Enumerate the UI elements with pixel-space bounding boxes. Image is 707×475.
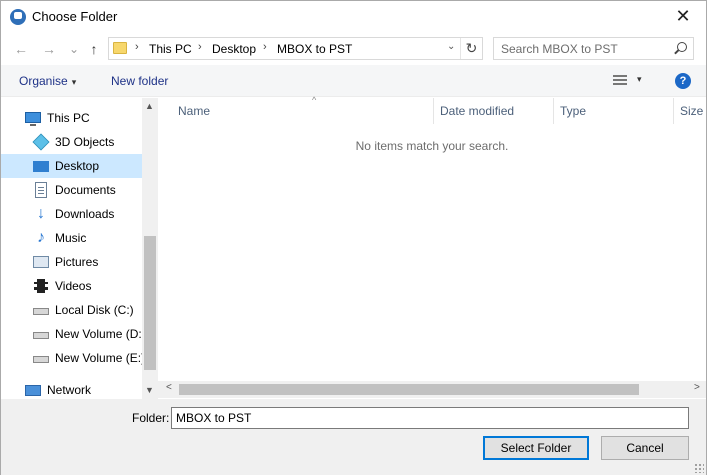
column-header-type[interactable]: Type [554,98,674,124]
up-button[interactable]: ↑ [84,40,104,58]
breadcrumb-mbox-to-pst[interactable]: MBOX to PST [277,42,352,56]
help-icon[interactable]: ? [675,73,691,89]
drive-icon [33,332,49,339]
column-header-row: Name ^ Date modified Type Size [158,95,706,124]
select-folder-button[interactable]: Select Folder [483,436,589,460]
column-header-date-modified[interactable]: Date modified [434,98,554,124]
scroll-up-icon[interactable]: ▲ [145,101,154,111]
pictures-icon [33,256,49,268]
address-bar[interactable]: › This PC › Desktop › MBOX to PST ⌄ ↻ [108,37,483,60]
search-icon[interactable] [677,42,687,52]
sidebar-item-3d-objects[interactable]: 3D Objects [1,130,142,154]
scrollbar-thumb[interactable] [179,384,639,395]
sort-ascending-icon: ^ [312,95,317,105]
back-button[interactable]: ← [11,40,31,58]
drive-icon [33,356,49,363]
new-folder-button[interactable]: New folder [111,74,168,88]
sidebar-item-label: Local Disk (C:) [55,303,134,317]
app-icon [10,9,26,25]
music-note-icon: ♪ [37,229,45,246]
sidebar-item-label: New Volume (D: [55,327,142,341]
address-dropdown-icon[interactable]: ⌄ [447,41,455,52]
breadcrumb-separator-icon: › [198,41,202,53]
sidebar-item-label: Documents [55,183,116,197]
network-icon [25,385,41,396]
sidebar-item-documents[interactable]: Documents [1,178,142,202]
navigation-pane: This PC 3D Objects Desktop Documents ↓ D… [1,98,158,399]
organise-menu[interactable]: Organise ▾ [19,74,76,88]
dialog-footer: Folder: Select Folder Cancel [1,399,706,475]
sidebar-item-label: 3D Objects [55,135,115,149]
recent-locations-button[interactable]: ⌄ [64,40,84,58]
sidebar-item-pictures[interactable]: Pictures [1,250,142,274]
documents-icon [35,182,47,198]
sidebar-item-local-disk-c[interactable]: Local Disk (C:) [1,298,142,322]
computer-icon [25,112,41,126]
sidebar-item-label: Music [55,231,87,245]
choose-folder-dialog: Choose Folder ✕ ← → ⌄ ↑ › This PC › Desk… [0,0,707,475]
organise-label: Organise [19,74,68,88]
close-button[interactable]: ✕ [660,1,706,32]
refresh-button[interactable]: ↻ [460,38,482,59]
sidebar-item-label: Downloads [55,207,115,221]
sidebar-item-label: Pictures [55,255,99,269]
folder-label: Folder: [132,411,170,425]
film-icon [34,279,48,293]
drive-icon [33,308,49,315]
sidebar-item-desktop[interactable]: Desktop [1,154,142,178]
cancel-button[interactable]: Cancel [601,436,689,460]
breadcrumb-desktop[interactable]: Desktop [212,42,256,56]
folder-name-input[interactable] [171,407,689,429]
sidebar-item-music[interactable]: ♪ Music [1,226,142,250]
breadcrumb-this-pc[interactable]: This PC [149,42,192,56]
sidebar-item-this-pc[interactable]: This PC [1,106,142,130]
forward-button[interactable]: → [39,40,59,58]
empty-message: No items match your search. [355,139,509,153]
sidebar-item-label: Network [47,383,92,397]
sidebar-item-label: Desktop [55,159,100,173]
address-row: ← → ⌄ ↑ › This PC › Desktop › MBOX to PS… [1,32,706,65]
view-options-icon[interactable] [613,75,627,86]
chevron-down-icon: ▾ [71,77,77,87]
breadcrumb-separator-icon: › [263,41,267,53]
sidebar-item-downloads[interactable]: ↓ Downloads [1,202,142,226]
search-placeholder[interactable]: Search MBOX to PST [501,42,618,56]
command-toolbar: Organise ▾ New folder ▾ ? [1,65,706,97]
sidebar-item-label: Videos [55,279,92,293]
resize-grip-icon[interactable] [694,463,704,473]
horizontal-scrollbar[interactable]: < > [158,381,706,398]
title-bar: Choose Folder ✕ [1,1,706,32]
folder-icon [113,42,127,54]
scrollbar-thumb[interactable] [144,236,156,370]
navigation-scrollbar[interactable]: ▲ ▼ [142,98,158,399]
chevron-down-icon[interactable]: ▾ [637,74,642,85]
search-box[interactable]: Search MBOX to PST [493,37,694,60]
sidebar-item-new-volume-d[interactable]: New Volume (D: [1,322,142,346]
sidebar-item-videos[interactable]: Videos [1,274,142,298]
file-list: Name ^ Date modified Type Size No items … [158,95,706,399]
desktop-icon [33,161,49,172]
sidebar-item-new-volume-e[interactable]: New Volume (E:) [1,346,146,370]
breadcrumb-separator-icon: › [135,41,139,53]
download-arrow-icon: ↓ [37,205,45,222]
scroll-right-icon[interactable]: > [694,382,700,393]
column-header-name[interactable]: Name ^ [172,95,434,124]
cube-icon [32,133,50,151]
sidebar-item-label: New Volume (E:) [55,351,146,365]
scroll-down-icon[interactable]: ▼ [145,385,154,395]
column-header-size[interactable]: Size [674,98,706,124]
sidebar-item-label: This PC [47,111,90,125]
scroll-left-icon[interactable]: < [166,382,172,393]
window-title: Choose Folder [32,9,118,24]
